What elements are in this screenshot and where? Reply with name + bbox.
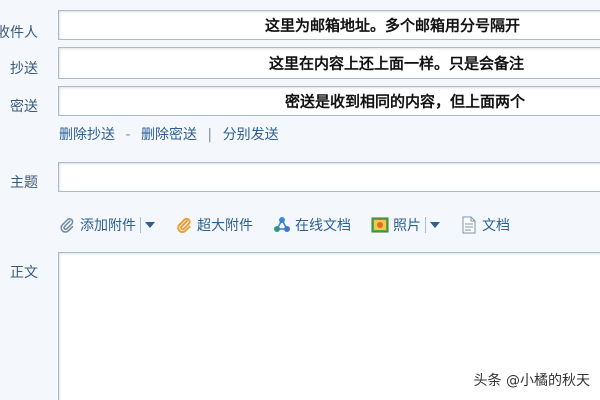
toolbar-divider [425, 217, 426, 233]
photo-label: 照片 [393, 218, 421, 234]
attachment-toolbar: 添加附件 超大附件 在线文档 照片 文档 [58, 212, 510, 238]
recipient-value: 这里为邮箱地址。多个邮箱用分号隔开 [265, 16, 521, 35]
toolbar-divider [140, 217, 141, 233]
add-attachment-button[interactable]: 添加附件 [58, 215, 136, 235]
large-attachment-button[interactable]: 超大附件 [175, 215, 253, 235]
remove-bcc-link[interactable]: 删除密送 [141, 127, 197, 143]
bcc-value: 密送是收到相同的内容，但上面两个 [285, 92, 526, 111]
link-pipe-separator: | [207, 127, 213, 143]
photo-button[interactable]: 照片 [371, 215, 421, 235]
document-icon [460, 216, 478, 234]
link-dash-separator: - [125, 127, 131, 143]
recipient-field[interactable]: 这里为邮箱地址。多个邮箱用分号隔开 [58, 10, 600, 40]
large-attachment-label: 超大附件 [197, 218, 253, 234]
cc-field[interactable]: 这里在内容上还上面一样。只是会备注 [58, 47, 600, 79]
body-label: 正文 [10, 265, 38, 281]
paperclip-orange-icon [175, 216, 193, 234]
send-separately-link[interactable]: 分别发送 [223, 127, 279, 143]
cc-bcc-links: 删除抄送 - 删除密送 | 分别发送 [59, 124, 279, 144]
online-doc-button[interactable]: 在线文档 [273, 215, 351, 235]
bcc-field[interactable]: 密送是收到相同的内容，但上面两个 [58, 86, 600, 116]
photo-dropdown[interactable] [430, 222, 440, 228]
recipient-label: 收件人 [0, 25, 38, 41]
photo-icon [371, 216, 389, 234]
document-label: 文档 [482, 218, 510, 234]
watermark: 头条 @小橘的秋天 [473, 373, 590, 389]
subject-field[interactable] [58, 162, 600, 192]
cloud-doc-icon [273, 216, 291, 234]
subject-label: 主题 [10, 175, 38, 191]
paperclip-icon [58, 216, 76, 234]
add-attachment-dropdown[interactable] [145, 222, 155, 228]
cc-value: 这里在内容上还上面一样。只是会备注 [269, 54, 525, 73]
document-button[interactable]: 文档 [460, 215, 510, 235]
online-doc-label: 在线文档 [295, 218, 351, 234]
bcc-label: 密送 [10, 99, 38, 115]
remove-cc-link[interactable]: 删除抄送 [59, 127, 115, 143]
add-attachment-label: 添加附件 [80, 218, 136, 234]
cc-label: 抄送 [10, 61, 38, 77]
